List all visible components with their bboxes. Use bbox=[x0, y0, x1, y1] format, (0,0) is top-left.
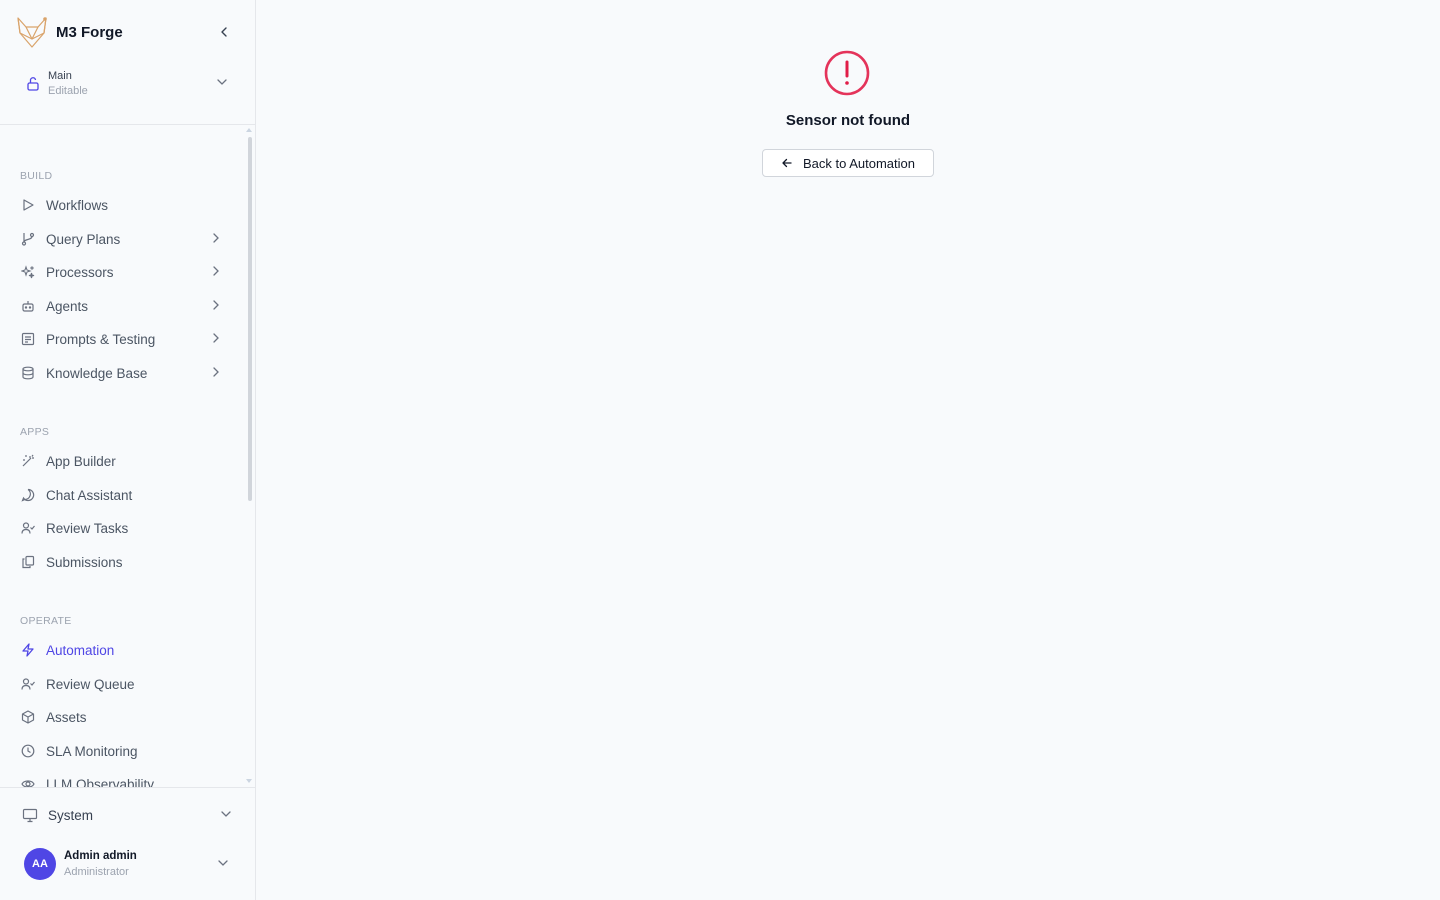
message-square-text-icon bbox=[20, 331, 36, 347]
nav-scrollbar-thumb[interactable] bbox=[248, 137, 252, 501]
wand-icon bbox=[20, 453, 36, 469]
chevron-down-icon bbox=[217, 79, 227, 85]
sidebar-item-query-plans[interactable]: Query Plans bbox=[12, 224, 234, 254]
sidebar-item-submissions[interactable]: Submissions bbox=[12, 547, 234, 577]
chevron-down-icon bbox=[218, 860, 228, 866]
sidebar-item-label: Review Tasks bbox=[46, 520, 129, 536]
sidebar-item-llm-observability[interactable]: LLM Observability bbox=[12, 769, 234, 787]
system-label: System bbox=[48, 807, 94, 823]
arrow-left-icon bbox=[782, 158, 792, 168]
brand-name: M3 Forge bbox=[56, 23, 123, 41]
sidebar-item-prompts-testing[interactable]: Prompts & Testing bbox=[12, 324, 234, 354]
sidebar-item-label: Agents bbox=[46, 298, 89, 314]
alert-circle-icon bbox=[824, 50, 870, 96]
sidebar-item-label: Submissions bbox=[46, 554, 123, 570]
sidebar-item-automation[interactable]: Automation bbox=[12, 635, 234, 665]
user-role: Administrator bbox=[64, 866, 129, 878]
sidebar-item-chat-assistant[interactable]: Chat Assistant bbox=[12, 480, 234, 510]
branch-name: Main bbox=[48, 70, 72, 82]
scroll-up-arrow-icon[interactable] bbox=[246, 128, 252, 132]
sparkles-icon bbox=[20, 264, 36, 280]
system-menu-button[interactable]: System bbox=[12, 800, 240, 830]
sidebar-item-review-tasks[interactable]: Review Tasks bbox=[12, 513, 234, 543]
unlock-icon bbox=[27, 77, 39, 91]
main-content: Sensor not found Back to Automation bbox=[256, 0, 1440, 900]
sidebar-item-label: SLA Monitoring bbox=[46, 743, 138, 759]
bot-icon bbox=[20, 298, 36, 314]
sidebar-item-label: Prompts & Testing bbox=[46, 331, 156, 347]
sidebar-item-workflows[interactable]: Workflows bbox=[12, 190, 234, 220]
sidebar-item-label: Assets bbox=[46, 709, 87, 725]
section-label-operate: OPERATE bbox=[20, 615, 72, 627]
sidebar-item-processors[interactable]: Processors bbox=[12, 257, 234, 287]
section-label-build: BUILD bbox=[20, 170, 53, 182]
scroll-down-arrow-icon[interactable] bbox=[246, 779, 252, 783]
sidebar: M3 Forge Main Editable BUILD Workflows Q… bbox=[0, 0, 256, 900]
back-to-automation-button[interactable]: Back to Automation bbox=[762, 149, 934, 177]
chevron-left-icon bbox=[221, 27, 227, 37]
sidebar-item-review-queue[interactable]: Review Queue bbox=[12, 669, 234, 699]
back-button-label: Back to Automation bbox=[802, 155, 915, 171]
chevron-right-icon bbox=[213, 233, 219, 243]
zap-icon bbox=[20, 642, 36, 658]
chevron-right-icon bbox=[213, 367, 219, 377]
section-label-apps: APPS bbox=[20, 426, 50, 438]
branch-selector[interactable]: Main Editable bbox=[16, 62, 240, 106]
sidebar-item-agents[interactable]: Agents bbox=[12, 291, 234, 321]
user-check-icon bbox=[20, 520, 36, 536]
chevron-right-icon bbox=[213, 266, 219, 276]
chevron-right-icon bbox=[213, 300, 219, 310]
monitor-icon bbox=[22, 808, 38, 823]
branch-status: Editable bbox=[48, 85, 88, 97]
sidebar-divider bbox=[0, 787, 255, 788]
fox-logo-icon bbox=[16, 15, 48, 49]
brand-header: M3 Forge bbox=[16, 14, 240, 50]
chevron-down-icon bbox=[221, 811, 231, 817]
package-icon bbox=[20, 709, 36, 725]
sidebar-item-label: Workflows bbox=[46, 197, 109, 213]
avatar: AA bbox=[24, 848, 56, 880]
sidebar-item-knowledge-base[interactable]: Knowledge Base bbox=[12, 358, 234, 388]
play-icon bbox=[20, 197, 36, 213]
error-title: Sensor not found bbox=[785, 112, 911, 129]
user-check-icon bbox=[20, 676, 36, 692]
chevron-right-icon bbox=[213, 333, 219, 343]
sidebar-item-assets[interactable]: Assets bbox=[12, 702, 234, 732]
sidebar-item-label: LLM Observability bbox=[46, 776, 155, 788]
sidebar-item-label: Review Queue bbox=[46, 676, 135, 692]
collapse-sidebar-button[interactable] bbox=[212, 20, 236, 44]
sidebar-item-app-builder[interactable]: App Builder bbox=[12, 446, 234, 476]
copy-icon bbox=[20, 554, 36, 570]
sidebar-item-label: App Builder bbox=[46, 453, 116, 469]
sidebar-nav[interactable]: BUILD Workflows Query Plans Processors A… bbox=[0, 125, 255, 787]
sidebar-item-label: Query Plans bbox=[46, 231, 121, 247]
clock-icon bbox=[20, 743, 36, 759]
sidebar-item-label: Chat Assistant bbox=[46, 487, 133, 503]
sidebar-item-label: Knowledge Base bbox=[46, 365, 148, 381]
database-icon bbox=[20, 365, 36, 381]
sidebar-item-label: Processors bbox=[46, 264, 114, 280]
git-branch-icon bbox=[20, 231, 36, 247]
eye-icon bbox=[20, 776, 36, 787]
sidebar-item-label: Automation bbox=[46, 642, 115, 658]
user-name: Admin admin bbox=[64, 850, 137, 862]
message-circle-icon bbox=[20, 487, 36, 503]
user-menu-button[interactable]: AA Admin admin Administrator bbox=[24, 846, 240, 882]
sidebar-item-sla-monitoring[interactable]: SLA Monitoring bbox=[12, 736, 234, 766]
